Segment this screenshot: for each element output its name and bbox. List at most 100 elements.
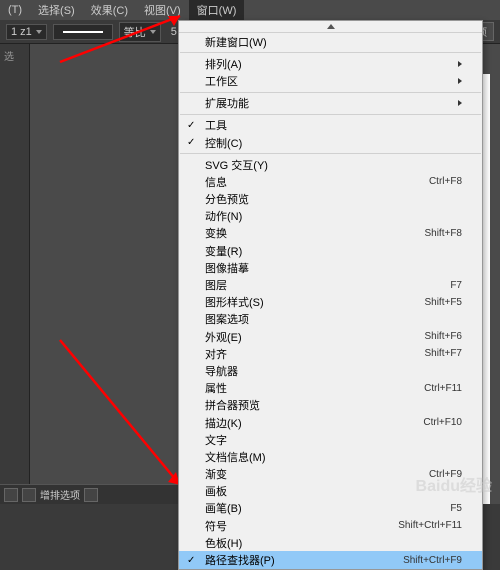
menu-item[interactable]: 画板	[179, 483, 482, 500]
ratio-dropdown[interactable]: 等比	[119, 22, 161, 42]
menu-item-label: 文字	[205, 432, 462, 448]
menu-item-label: 属性	[205, 380, 424, 396]
menu-item-label: 渐变	[205, 466, 429, 482]
menu-item[interactable]: 图像描摹	[179, 259, 482, 276]
menu-item[interactable]: 扩展功能	[179, 95, 482, 112]
menu-item-label: 工具	[205, 117, 462, 133]
menu-item[interactable]: 排列(A)	[179, 55, 482, 72]
menu-item[interactable]: 分色预览	[179, 191, 482, 208]
menu-item-label: 动作(N)	[205, 208, 462, 224]
menu-separator	[180, 114, 481, 115]
menu-item[interactable]: 画笔(B)F5	[179, 500, 482, 517]
ratio-label: 等比	[124, 24, 146, 40]
menu-item-shortcut: Ctrl+F9	[429, 469, 462, 480]
menu-item-shortcut: Shift+Ctrl+F11	[398, 520, 462, 531]
menu-view[interactable]: 视图(V)	[136, 0, 189, 20]
menu-item[interactable]: 外观(E)Shift+F6	[179, 328, 482, 345]
menu-item-shortcut: Shift+F8	[424, 228, 462, 239]
menu-item-label: SVG 交互(Y)	[205, 157, 462, 173]
menu-item-shortcut: Shift+F5	[424, 297, 462, 308]
menu-item[interactable]: ✓ 控制(C)	[179, 134, 482, 151]
menu-item-label: 符号	[205, 518, 398, 534]
zoom-dropdown[interactable]: 1 z1	[6, 24, 47, 40]
menu-separator	[180, 153, 481, 154]
stroke-preview	[63, 31, 103, 33]
check-icon: ✓	[187, 120, 195, 131]
menu-item-label: 图形样式(S)	[205, 294, 424, 310]
menu-item[interactable]: 变量(R)	[179, 242, 482, 259]
left-panel: 选	[0, 44, 30, 504]
menu-item[interactable]: 动作(N)	[179, 208, 482, 225]
menu-separator	[180, 92, 481, 93]
menu-item-label: 新建窗口(W)	[205, 34, 462, 50]
arrow-up-icon	[327, 24, 335, 29]
menu-item-label: 控制(C)	[205, 135, 462, 151]
nav-next-button[interactable]	[84, 488, 98, 502]
menu-item[interactable]: 变换Shift+F8	[179, 225, 482, 242]
menu-item-shortcut: Shift+Ctrl+F9	[403, 555, 462, 566]
menu-item-shortcut: F7	[450, 280, 462, 291]
menu-item[interactable]: 渐变Ctrl+F9	[179, 466, 482, 483]
menu-item-label: 描边(K)	[205, 415, 423, 431]
arrow-right-icon	[458, 100, 462, 106]
menu-t[interactable]: (T)	[0, 2, 30, 18]
menu-item-label: 外观(E)	[205, 329, 424, 345]
menu-item-label: 变量(R)	[205, 243, 462, 259]
arrow-right-icon	[458, 61, 462, 67]
menu-item-shortcut: Ctrl+F11	[424, 383, 462, 394]
menu-effects[interactable]: 效果(C)	[83, 0, 136, 20]
menu-item[interactable]: ✓ 工具	[179, 117, 482, 134]
menu-item-label: 信息	[205, 174, 429, 190]
menu-item[interactable]: 符号Shift+Ctrl+F11	[179, 517, 482, 534]
nav-prev-button[interactable]	[22, 488, 36, 502]
menu-item[interactable]: ✓路径查找器(P)Shift+Ctrl+F9	[179, 551, 482, 568]
menu-item-shortcut: Ctrl+F8	[429, 176, 462, 187]
menu-item[interactable]: 图形样式(S)Shift+F5	[179, 294, 482, 311]
menu-window[interactable]: 窗口(W)	[189, 0, 245, 20]
menu-item[interactable]: 描边(K)Ctrl+F10	[179, 414, 482, 431]
menu-item-label: 变换	[205, 225, 424, 241]
menu-item-label: 导航器	[205, 363, 462, 379]
menu-item[interactable]: 新建窗口(W)	[179, 33, 482, 50]
points-value: 5	[171, 26, 177, 38]
zoom-value: 1 z1	[11, 26, 32, 38]
arrow-right-icon	[458, 78, 462, 84]
nav-first-button[interactable]	[4, 488, 18, 502]
menu-item-label: 图像描摹	[205, 260, 462, 276]
menu-scroll-up[interactable]	[179, 21, 482, 33]
menu-item-label: 画笔(B)	[205, 500, 450, 516]
menu-item[interactable]: 信息Ctrl+F8	[179, 173, 482, 190]
menu-item-shortcut: F5	[450, 503, 462, 514]
menu-select[interactable]: 选择(S)	[30, 0, 83, 20]
menu-item-label: 工作区	[205, 73, 450, 89]
menu-item[interactable]: 图层F7	[179, 276, 482, 293]
menu-item[interactable]: 文字	[179, 431, 482, 448]
menu-item-label: 文档信息(M)	[205, 449, 462, 465]
menu-item-label: 色板(H)	[205, 535, 462, 551]
menu-item-label: 拼合器预览	[205, 397, 462, 413]
menu-item-label: 扩展功能	[205, 95, 450, 111]
menu-item[interactable]: 拼合器预览	[179, 397, 482, 414]
menu-item[interactable]: 色板(H)	[179, 534, 482, 551]
menubar: (T) 选择(S) 效果(C) 视图(V) 窗口(W)	[0, 0, 500, 20]
stroke-widget[interactable]	[53, 24, 113, 40]
menu-item-label: 图层	[205, 277, 450, 293]
menu-item-shortcut: Shift+F7	[424, 348, 462, 359]
check-icon: ✓	[187, 137, 195, 148]
chevron-down-icon	[150, 30, 156, 34]
menu-item[interactable]: 属性Ctrl+F11	[179, 380, 482, 397]
menu-item-label: 图案选项	[205, 311, 462, 327]
menu-item-shortcut: Shift+F6	[424, 331, 462, 342]
menu-item[interactable]: 工作区	[179, 72, 482, 89]
menu-item[interactable]: 对齐Shift+F7	[179, 345, 482, 362]
left-panel-label: 选	[0, 44, 29, 67]
chevron-down-icon	[36, 30, 42, 34]
menu-item-label: 画板	[205, 483, 462, 499]
menu-item-label: 排列(A)	[205, 56, 450, 72]
menu-item[interactable]: 图案选项	[179, 311, 482, 328]
bottom-label: 增排选项	[40, 487, 80, 502]
menu-item[interactable]: SVG 交互(Y)	[179, 156, 482, 173]
menu-item[interactable]: 导航器	[179, 362, 482, 379]
menu-item-label: 分色预览	[205, 191, 462, 207]
menu-item[interactable]: 文档信息(M)	[179, 448, 482, 465]
